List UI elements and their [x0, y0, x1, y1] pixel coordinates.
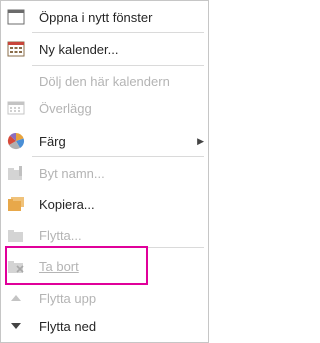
menu-item-label: Öppna i nytt fönster — [39, 9, 153, 25]
menu-item-new-calendar[interactable]: Ny kalender... — [1, 35, 208, 63]
menu-item-label: Byt namn... — [39, 165, 105, 181]
menu-item-overlay[interactable]: Överlägg — [1, 94, 208, 122]
menu-item-open-new-window[interactable]: Öppna i nytt fönster — [1, 3, 208, 31]
menu-item-label: Ny kalender... — [39, 41, 119, 57]
menu-item-label: Kopiera... — [39, 196, 95, 212]
menu-separator — [32, 32, 204, 33]
menu-item-label: Överlägg — [39, 100, 92, 116]
menu-item-rename[interactable]: Byt namn... — [1, 159, 208, 187]
menu-item-label: Flytta upp — [39, 290, 97, 306]
color-wheel-icon — [5, 130, 27, 152]
move-up-icon — [5, 287, 27, 309]
move-down-icon — [5, 315, 27, 337]
highlight-frame — [5, 246, 148, 285]
menu-item-move[interactable]: Flytta... — [1, 221, 208, 249]
menu-item-label: Dölj den här kalendern — [39, 73, 170, 89]
calendar-icon — [5, 38, 27, 60]
menu-item-label: Flytta... — [39, 227, 82, 243]
menu-separator — [32, 156, 204, 157]
menu-separator — [32, 65, 204, 66]
menu-item-move-up[interactable]: Flytta upp — [1, 284, 208, 312]
move-icon — [5, 224, 27, 246]
menu-item-color[interactable]: Färg ▶ — [1, 127, 208, 155]
submenu-arrow-icon: ▶ — [197, 135, 204, 146]
new-window-icon — [5, 6, 27, 28]
menu-item-copy[interactable]: Kopiera... — [1, 190, 208, 218]
rename-icon — [5, 162, 27, 184]
context-menu: Öppna i nytt fönster Ny kalender... Dölj… — [0, 0, 209, 343]
menu-item-label: Färg — [39, 133, 66, 149]
copy-icon — [5, 193, 27, 215]
menu-item-move-down[interactable]: Flytta ned — [1, 312, 208, 340]
menu-item-hide-calendar[interactable]: Dölj den här kalendern — [1, 67, 208, 95]
menu-item-label: Flytta ned — [39, 318, 97, 334]
overlay-icon — [5, 97, 27, 119]
